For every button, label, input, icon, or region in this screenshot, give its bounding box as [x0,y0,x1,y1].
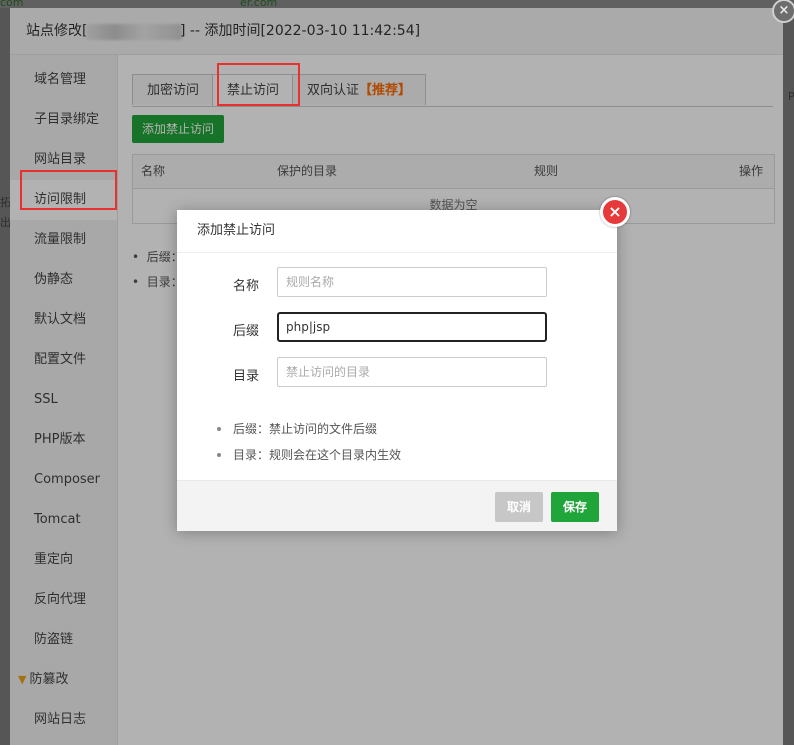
save-button[interactable]: 保存 [551,492,600,522]
close-icon[interactable]: × [600,197,630,227]
modal-title: 添加禁止访问 [197,223,276,238]
suffix-input[interactable] [277,312,547,342]
rule-name-input[interactable] [277,267,547,297]
tip-suffix: 后缀：禁止访问的文件后缀 [217,416,401,442]
add-forbidden-access-modal: 添加禁止访问 名称 后缀 目录 后缀：禁止访问的文件后缀 目录：规则会在这个目录… [177,210,617,531]
close-icon[interactable]: × [772,0,794,23]
suffix-label: 后缀 [233,324,260,339]
cancel-button[interactable]: 取消 [495,492,544,522]
modal-tips: 后缀：禁止访问的文件后缀 目录：规则会在这个目录内生效 [217,416,401,468]
modal-footer: 取消 保存 [177,480,617,531]
modal-title-bar: 添加禁止访问 [177,210,617,253]
name-label: 名称 [233,279,260,294]
directory-label: 目录 [233,369,260,384]
directory-input[interactable] [277,357,547,387]
tip-directory: 目录：规则会在这个目录内生效 [217,442,401,468]
highlight-box-tab [217,63,300,106]
highlight-box-sidebar [20,170,117,210]
